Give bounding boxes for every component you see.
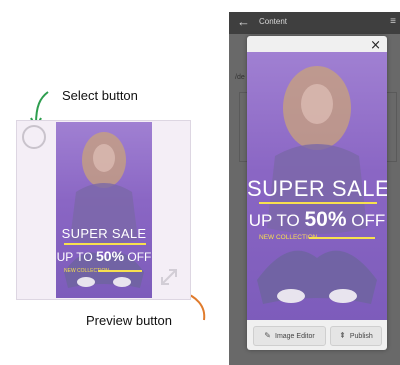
preview-modal: × SUPER SALE UP TO 50% OFF NEW COLLECTIO… xyxy=(247,36,387,350)
card-thumbnail: SUPER SALE UP TO 50% OFF NEW COLLECTION xyxy=(56,122,152,298)
poster-title: SUPER SALE xyxy=(61,226,147,241)
poster-title: SUPER SALE xyxy=(247,176,387,201)
preview-image: SUPER SALE UP TO 50% OFF NEW COLLECTION xyxy=(247,52,387,320)
poster-divider xyxy=(64,243,146,245)
poster-subtitle: UP TO 50% OFF xyxy=(248,208,386,231)
image-editor-label: Image Editor xyxy=(275,332,315,340)
poster-subtitle: UP TO 50% OFF xyxy=(56,248,152,264)
poster-divider xyxy=(259,202,377,204)
app-header: ← Content ≡ xyxy=(229,12,400,34)
preview-button-callout: Preview button xyxy=(86,313,172,328)
image-editor-button[interactable]: ✎ Image Editor xyxy=(253,326,326,346)
publish-button[interactable]: ⇞ Publish xyxy=(330,326,382,346)
upload-icon: ⇞ xyxy=(339,331,346,340)
path-text: /de xyxy=(235,74,245,81)
poster-tagline-line xyxy=(98,270,142,272)
arrow-left-icon[interactable]: ← xyxy=(237,15,251,29)
pencil-icon: ✎ xyxy=(264,331,271,340)
expand-arrows-icon xyxy=(161,269,177,285)
publish-label: Publish xyxy=(349,332,373,340)
close-icon[interactable]: × xyxy=(370,39,381,53)
preview-button[interactable] xyxy=(158,266,180,288)
poster-tagline-line xyxy=(309,237,375,239)
hamburger-icon[interactable]: ≡ xyxy=(390,16,396,28)
select-button-callout: Select button xyxy=(62,88,138,103)
header-title: Content xyxy=(259,17,288,26)
select-button[interactable] xyxy=(22,125,46,149)
